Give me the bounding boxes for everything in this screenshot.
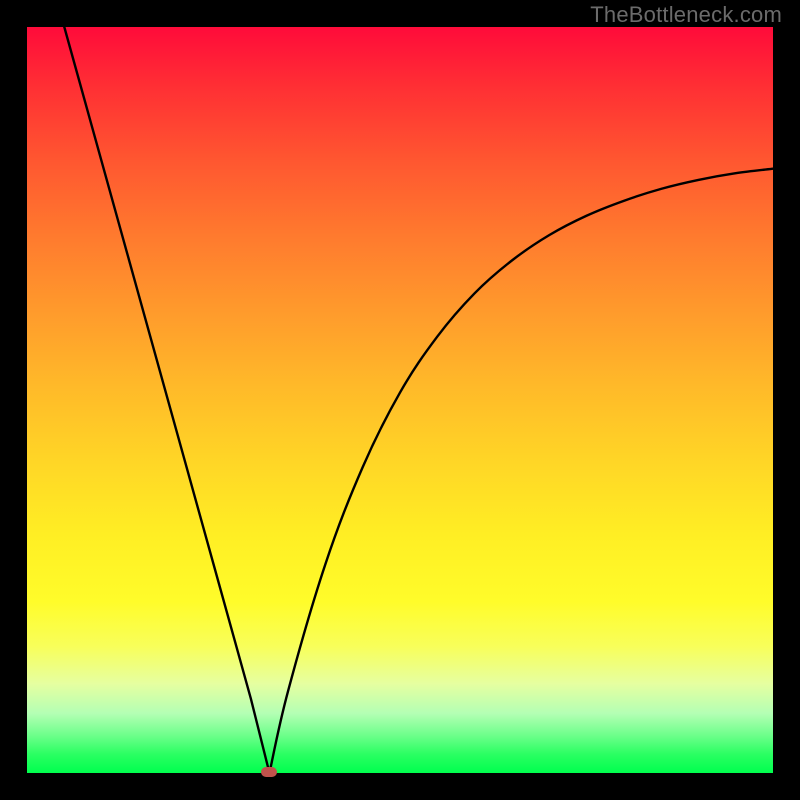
curve-right-branch (269, 169, 773, 773)
watermark-text: TheBottleneck.com (590, 2, 782, 28)
chart-frame: TheBottleneck.com (0, 0, 800, 800)
curve-layer (27, 27, 773, 773)
plot-area (27, 27, 773, 773)
curve-left-branch (64, 27, 269, 773)
minimum-marker (261, 767, 277, 777)
